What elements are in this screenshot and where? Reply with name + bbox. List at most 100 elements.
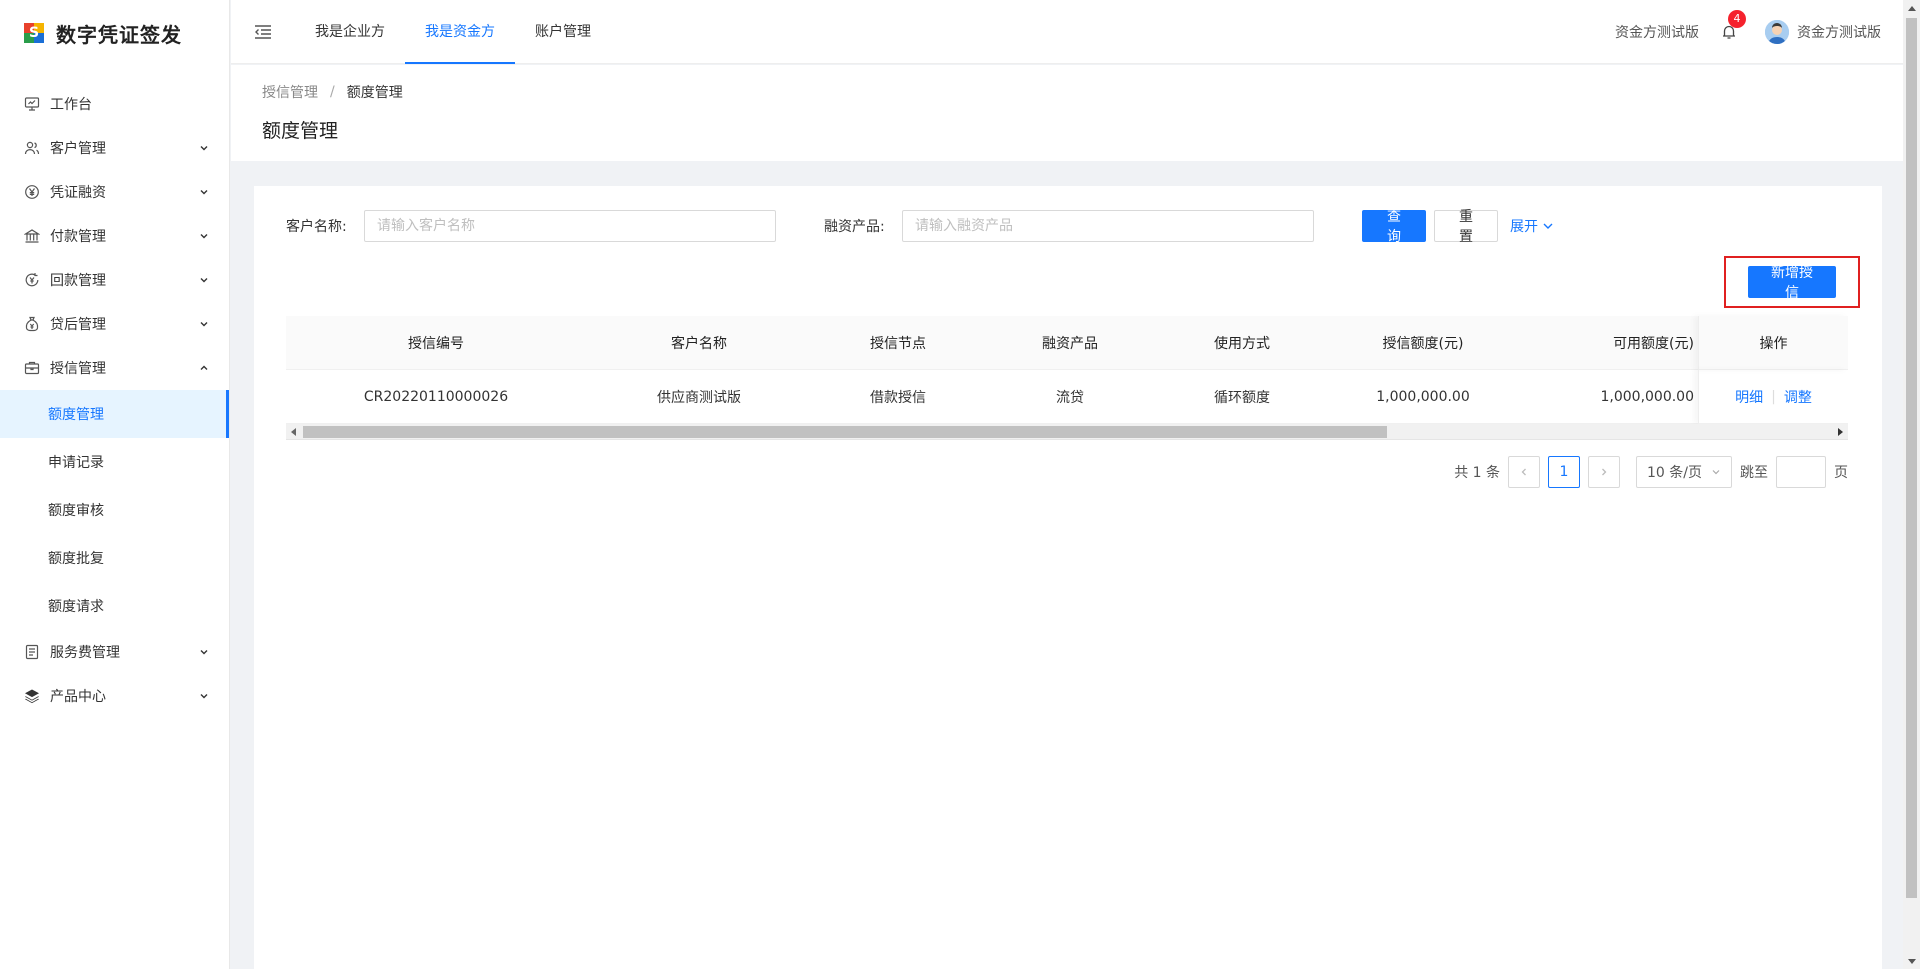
sidebar-item-service-fees[interactable]: 服务费管理 (0, 630, 229, 674)
yen-circle-icon (24, 184, 40, 200)
adjust-link[interactable]: 调整 (1784, 387, 1812, 407)
notification-badge: 4 (1728, 9, 1746, 28)
sidebar-item-label: 工作台 (50, 97, 92, 113)
tab-enterprise[interactable]: 我是企业方 (295, 0, 405, 64)
header-right: 资金方测试版 4 资金方测试版 (1615, 0, 1903, 64)
chevron-down-icon (1712, 470, 1720, 475)
column-header: 融资产品 (1042, 335, 1098, 352)
layers-icon (24, 688, 40, 704)
prev-page-button[interactable] (1508, 456, 1540, 488)
pagination-total: 共 1 条 (1454, 465, 1500, 481)
user-avatar-icon (1765, 19, 1789, 44)
available-amount-cell: 1,000,000.00 (1600, 388, 1694, 405)
column-header: 操作 (1698, 315, 1848, 370)
sidebar-item-label: 凭证融资 (50, 185, 106, 201)
sidebar-subitem-application-records[interactable]: 申请记录 (0, 438, 229, 486)
breadcrumb-item-current: 额度管理 (346, 85, 403, 101)
sidebar-item-product-center[interactable]: 产品中心 (0, 674, 229, 718)
expand-link[interactable]: 展开 (1510, 216, 1554, 236)
page-number-button[interactable]: 1 (1548, 456, 1580, 488)
sidebar-item-label: 付款管理 (50, 229, 106, 245)
detail-link[interactable]: 明细 (1735, 387, 1763, 407)
sidebar-item-payments[interactable]: 付款管理 (0, 214, 229, 258)
users-icon (24, 140, 40, 156)
sidebar-subitem-quota-approval[interactable]: 额度批复 (0, 534, 229, 582)
chevron-right-icon (1602, 468, 1607, 476)
sidebar-subitem-quota-request[interactable]: 额度请求 (0, 582, 229, 630)
sidebar-subitem-quota-review[interactable]: 额度审核 (0, 486, 229, 534)
breadcrumb-item-credit[interactable]: 授信管理 (262, 82, 318, 102)
customer-cell: 供应商测试版 (657, 389, 741, 406)
sidebar-item-credit-management[interactable]: 授信管理 (0, 346, 229, 390)
sidebar-item-workbench[interactable]: 工作台 (0, 82, 229, 126)
menu-fold-icon (255, 24, 271, 39)
top-tabs: 我是企业方 我是资金方 账户管理 (295, 0, 611, 64)
page-size-value: 10 条/页 (1647, 465, 1702, 481)
avatar[interactable] (1765, 19, 1789, 44)
sidebar-subitem-quota-management[interactable]: 额度管理 (0, 390, 229, 438)
app-title: 数字凭证签发 (56, 22, 182, 47)
sidebar: S 数字凭证签发 工作台 客户管理 凭证融资 付款管理 回款管理 贷后管理 授信… (0, 0, 230, 969)
menu-collapse-button[interactable] (231, 0, 295, 64)
breadcrumb: 授信管理 / 额度管理 (262, 82, 1903, 102)
logo-mark-icon: S (24, 23, 44, 43)
table-row: CR20220110000026 供应商测试版 借款授信 流贷 循环额度 1,0… (286, 369, 1848, 424)
chevron-down-icon (1543, 223, 1553, 229)
user-name[interactable]: 资金方测试版 (1797, 22, 1881, 42)
chevron-down-icon (199, 647, 209, 657)
expand-label: 展开 (1510, 219, 1538, 235)
sidebar-item-collections[interactable]: 回款管理 (0, 258, 229, 302)
search-filters: 客户名称: 融资产品: 查 询 重 置 展开 (286, 209, 1554, 245)
scrollbar-thumb[interactable] (1906, 18, 1917, 898)
page-suffix: 页 (1834, 465, 1848, 481)
scroll-down-icon[interactable] (1903, 952, 1920, 969)
customer-name-input[interactable] (364, 210, 776, 242)
page-size-select[interactable]: 10 条/页 (1636, 456, 1732, 488)
org-name[interactable]: 资金方测试版 (1615, 22, 1699, 42)
scroll-up-icon[interactable] (1903, 0, 1920, 17)
content-card: 客户名称: 融资产品: 查 询 重 置 展开 新增授信 授信编号 客户名称 授信… (254, 186, 1882, 969)
tab-funder[interactable]: 我是资金方 (405, 0, 515, 64)
column-header: 使用方式 (1214, 335, 1270, 352)
table-horizontal-scrollbar[interactable] (286, 424, 1848, 440)
chevron-down-icon (199, 275, 209, 285)
column-header: 授信额度(元) (1382, 335, 1464, 352)
top-header: 我是企业方 我是资金方 账户管理 资金方测试版 4 资金方测试版 (231, 0, 1903, 64)
query-button[interactable]: 查 询 (1362, 209, 1426, 245)
add-credit-button[interactable]: 新增授信 (1748, 265, 1836, 301)
sidebar-item-label: 产品中心 (50, 689, 106, 705)
tab-account-management[interactable]: 账户管理 (515, 0, 611, 64)
credit-table: 授信编号 客户名称 授信节点 融资产品 使用方式 授信额度(元) 可用额度(元)… (286, 315, 1848, 440)
app-logo[interactable]: S 数字凭证签发 (0, 0, 229, 66)
sidebar-item-label: 回款管理 (50, 273, 106, 289)
chevron-down-icon (199, 187, 209, 197)
scrollbar-thumb[interactable] (303, 426, 1387, 438)
sidebar-item-post-loan[interactable]: 贷后管理 (0, 302, 229, 346)
sidebar-item-label: 服务费管理 (50, 645, 120, 661)
sidebar-item-customers[interactable]: 客户管理 (0, 126, 229, 170)
sidebar-item-label: 客户管理 (50, 141, 106, 157)
usage-cell: 循环额度 (1214, 389, 1270, 406)
column-header: 可用额度(元) (1613, 335, 1694, 352)
scroll-right-icon[interactable] (1832, 424, 1848, 440)
jump-page-input[interactable] (1776, 456, 1826, 488)
chevron-down-icon (199, 231, 209, 241)
next-page-button[interactable] (1588, 456, 1620, 488)
notification-button[interactable]: 4 (1719, 9, 1746, 42)
column-header: 客户名称 (671, 335, 727, 352)
sidebar-item-voucher-financing[interactable]: 凭证融资 (0, 170, 229, 214)
reset-button[interactable]: 重 置 (1434, 209, 1498, 245)
operations-cell: 明细 | 调整 (1698, 369, 1848, 424)
chevron-down-icon (199, 319, 209, 329)
chevron-down-icon (199, 691, 209, 701)
sidebar-item-label: 授信管理 (50, 361, 106, 377)
sidebar-item-label: 贷后管理 (50, 317, 106, 333)
customer-name-label: 客户名称: (286, 219, 347, 235)
scroll-left-icon[interactable] (286, 424, 302, 440)
financing-product-input[interactable] (902, 210, 1314, 242)
sidebar-menu: 工作台 客户管理 凭证融资 付款管理 回款管理 贷后管理 授信管理 额度管理 申… (0, 82, 229, 718)
refund-icon (24, 272, 40, 288)
chevron-up-icon (199, 363, 209, 373)
page-vertical-scrollbar[interactable] (1903, 0, 1920, 969)
breadcrumb-separator: / (330, 84, 335, 100)
